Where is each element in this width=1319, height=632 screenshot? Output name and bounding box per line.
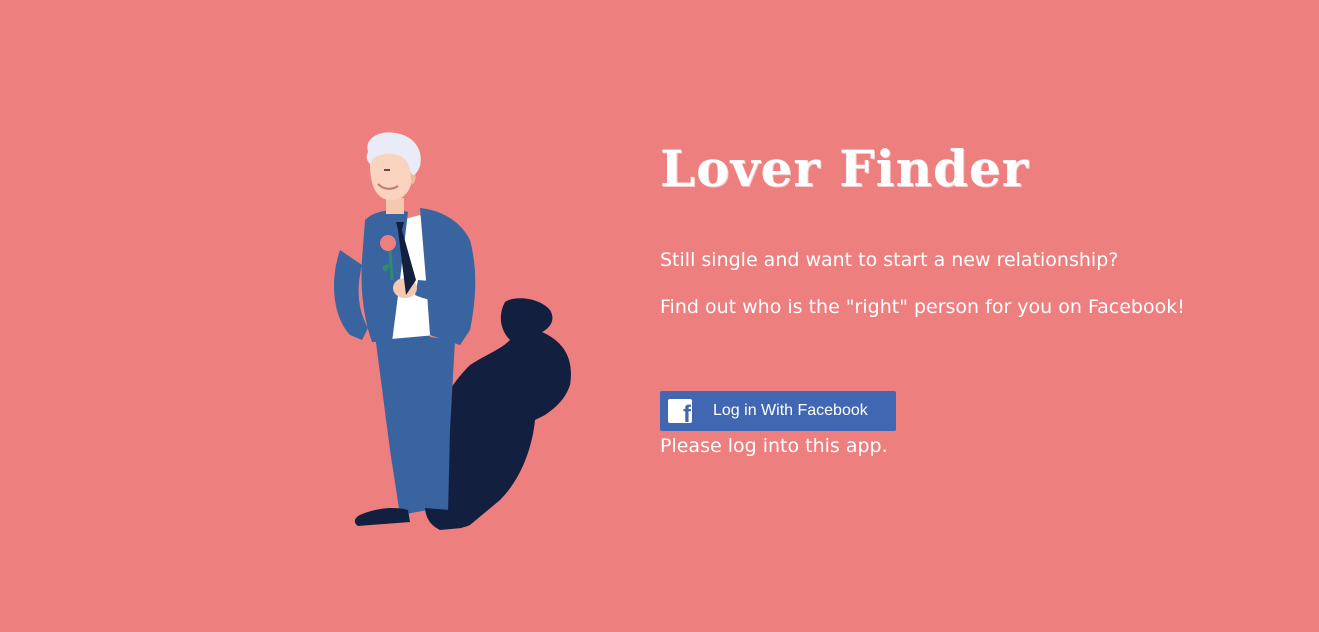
landing-page: Lover Finder Still single and want to st…: [0, 0, 1319, 632]
facebook-login-button[interactable]: f Log in With Facebook: [660, 391, 896, 431]
intro-panel: Lover Finder Still single and want to st…: [660, 138, 1280, 458]
tagline-question: Still single and want to start a new rel…: [660, 249, 1119, 271]
facebook-login-label: Log in With Facebook: [713, 402, 868, 419]
left-shoe: [354, 507, 410, 526]
login-status-text: Please log into this app.: [660, 435, 888, 457]
page-title: Lover Finder: [660, 139, 1030, 198]
rose-stem: [388, 249, 394, 281]
neck: [386, 198, 404, 214]
man-with-rose-illustration: [334, 132, 571, 530]
facebook-logo-icon: f: [668, 399, 692, 423]
rose-flower: [380, 235, 396, 251]
tagline-facebook: Find out who is the "right" person for y…: [660, 296, 1185, 318]
